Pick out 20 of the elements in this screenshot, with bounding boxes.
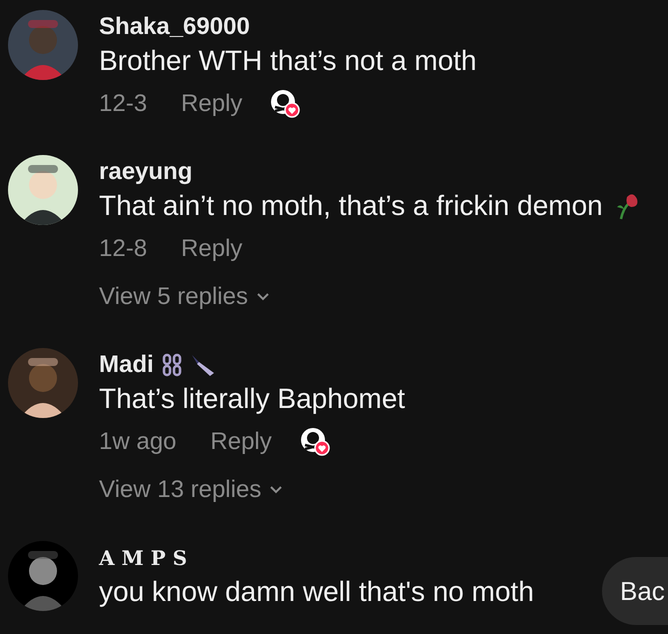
username[interactable]: raeyung <box>99 158 192 186</box>
comment-text: you know damn well that's no moth <box>99 575 534 609</box>
chevron-down-icon <box>256 292 270 302</box>
chevron-down-icon <box>269 485 284 495</box>
back-button[interactable]: Bac <box>602 557 668 625</box>
view-replies-button[interactable]: View 5 replies <box>99 282 641 312</box>
username[interactable]: Madi <box>99 351 154 379</box>
knife-icon <box>190 353 216 377</box>
username[interactable]: Shaka_69000 <box>99 13 250 41</box>
comment-date: 1w ago <box>99 427 176 457</box>
reply-button[interactable]: Reply <box>210 424 272 460</box>
comment-date: 12-3 <box>99 89 148 119</box>
comment-date: 12-8 <box>99 234 148 264</box>
reply-button[interactable]: Reply <box>181 231 242 267</box>
comment-text: That’s literally Baphomet <box>99 382 406 416</box>
username[interactable]: A M P S <box>99 544 188 572</box>
comment-text: Brother WTH that’s not a moth <box>99 44 477 78</box>
reply-button[interactable]: Reply <box>181 86 242 122</box>
comment-text: That ain’t no moth, that’s a frickin demon <box>99 189 603 223</box>
view-replies-button[interactable]: View 13 replies <box>99 475 406 505</box>
